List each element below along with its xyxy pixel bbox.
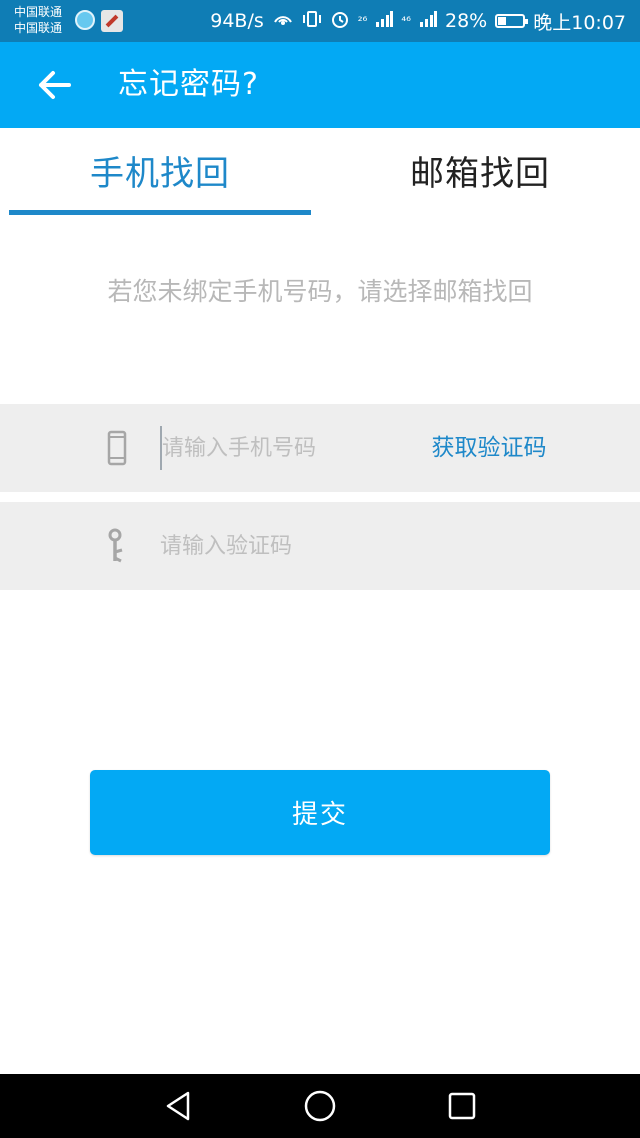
carrier-info: 中国联通 中国联通 (14, 4, 62, 36)
code-input-row (0, 502, 640, 590)
tab-indicator (9, 210, 311, 215)
submit-button[interactable]: 提交 (90, 770, 550, 855)
back-button[interactable] (24, 55, 84, 115)
clock: 晚上10:07 (533, 11, 626, 34)
hint-text: 若您未绑定手机号码，请选择邮箱找回 (107, 277, 533, 306)
signal-4g-label: ⁴⁶ (401, 14, 411, 28)
tab-phone-recovery[interactable]: 手机找回 (0, 128, 320, 220)
get-verification-code-button[interactable]: 获取验证码 (412, 404, 566, 492)
signal-2g-label: ²⁶ (357, 14, 368, 28)
status-bar: 中国联通 中国联通 94B/s ²⁶ ⁴⁶ 28% 晚上10:07 (0, 0, 640, 42)
signal-icon (419, 10, 437, 32)
phone-number-input[interactable] (160, 426, 412, 470)
hotspot-icon (272, 10, 294, 33)
app-bar: 忘记密码? (0, 42, 640, 128)
key-icon (108, 528, 123, 563)
battery-icon (495, 14, 529, 28)
carrier-label-1: 中国联通 (14, 5, 63, 19)
home-circle-icon[interactable] (300, 1086, 340, 1126)
vibrate-icon (302, 10, 322, 33)
status-indicators: 94B/s ²⁶ ⁴⁶ 28% 晚上10:07 (210, 0, 626, 42)
phone-icon (107, 430, 127, 466)
carrier-label-2: 中国联通 (14, 21, 63, 35)
back-triangle-icon[interactable] (158, 1086, 198, 1126)
edit-icon (101, 10, 123, 32)
phone-input-row: 获取验证码 (0, 404, 640, 492)
tab-bar: 手机找回 邮箱找回 (0, 128, 640, 220)
app-notification-icon (75, 10, 95, 30)
verification-code-input[interactable] (160, 524, 410, 568)
alarm-icon (330, 9, 350, 34)
arrow-left-icon (39, 71, 71, 99)
net-speed: 94B/s (210, 10, 264, 32)
tab-email-recovery[interactable]: 邮箱找回 (320, 128, 640, 220)
system-nav-bar (0, 1074, 640, 1138)
notification-icons (75, 10, 123, 32)
page-title: 忘记密码? (118, 67, 259, 102)
signal-icon (375, 10, 394, 32)
battery-percent: 28% (445, 10, 488, 32)
recents-square-icon[interactable] (442, 1086, 482, 1126)
